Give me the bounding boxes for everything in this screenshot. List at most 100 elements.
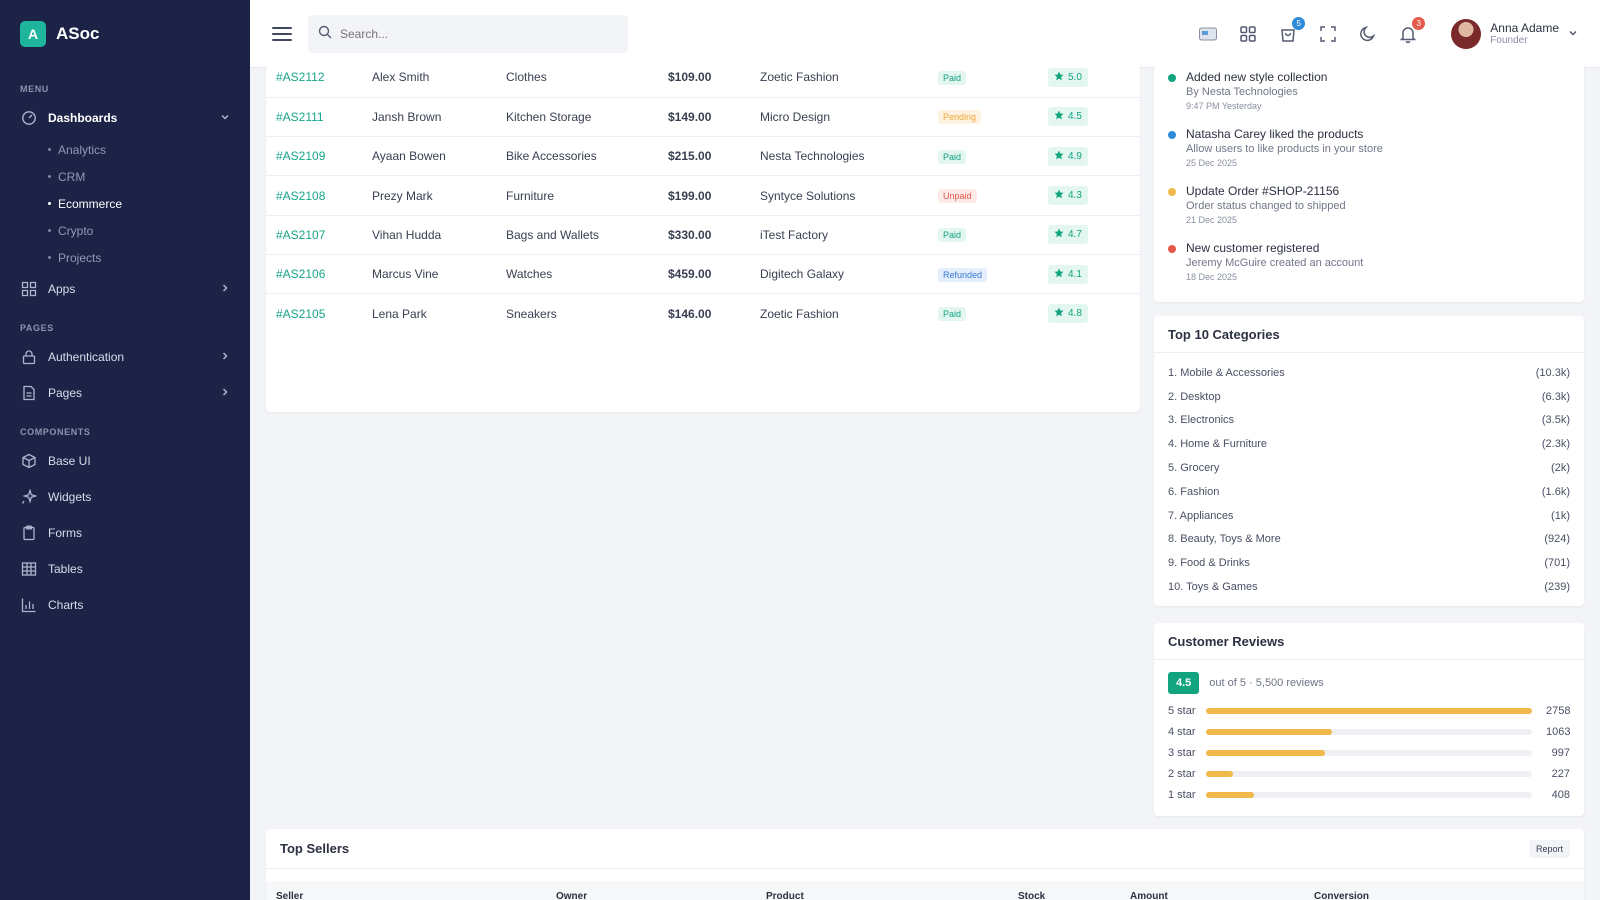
table-row[interactable]: #AS2109 Ayaan Bowen Bike Accessories $215.0… [266, 136, 1140, 177]
language-flag-icon[interactable] [1197, 23, 1219, 45]
customer-reviews-card: Customer Reviews 4.5 out of 5 · 5,500 re… [1154, 623, 1584, 816]
cart-icon[interactable]: 5 [1277, 16, 1306, 45]
column-header[interactable]: Owner [556, 891, 587, 900]
user-menu[interactable]: Anna Adame Founder [1451, 18, 1578, 49]
category-row[interactable]: 8. Beauty, Toys & More (924) [1154, 528, 1584, 552]
column-header[interactable]: Amount [1130, 891, 1168, 900]
sidebar-item-charts[interactable]: Charts [0, 587, 250, 623]
sidebar-item-widgets[interactable]: Widgets [0, 479, 250, 515]
review-star-label: 1 star [1168, 788, 1196, 801]
review-count: 408 [1551, 788, 1570, 801]
table-row[interactable]: #AS2111 Jansh Brown Kitchen Storage $149.00… [266, 97, 1140, 138]
bell-icon[interactable]: 3 [1397, 16, 1426, 45]
table-row[interactable]: #AS2106 Marcus Vine Watches $459.00 Digitech… [266, 254, 1140, 295]
status-dot-icon [1168, 188, 1176, 196]
category-row[interactable]: 5. Grocery (2k) [1154, 456, 1584, 480]
bullet-icon [48, 256, 51, 259]
order-id-link[interactable]: #AS2106 [276, 267, 325, 281]
column-header[interactable]: Stock [1018, 891, 1045, 900]
order-id-link[interactable]: #AS2107 [276, 228, 325, 242]
top-sellers-card: Top Sellers Report Seller Owner Product … [266, 829, 1584, 900]
table-row[interactable]: #AS2108 Prezy Mark Furniture $199.00 Syntyce… [266, 175, 1140, 216]
sidebar-subitem-ecommerce[interactable]: Ecommerce [0, 190, 250, 217]
brand[interactable]: A ASoc [0, 0, 250, 68]
review-bar-track [1206, 707, 1532, 714]
category-name: 4. Home & Furniture [1168, 438, 1268, 451]
category-row[interactable]: 10. Toys & Games (239) [1154, 575, 1584, 599]
order-id-link[interactable]: #AS2112 [276, 70, 325, 84]
status-cell: Paid [928, 215, 1038, 255]
category-name: 1. Mobile & Accessories [1168, 366, 1285, 379]
user-role: Founder [1490, 35, 1528, 46]
category-row[interactable]: 4. Home & Furniture (2.3k) [1154, 432, 1584, 456]
review-star-label: 5 star [1168, 704, 1196, 717]
sellers-header: Top Sellers Report [266, 829, 1584, 869]
review-bar-fill [1206, 770, 1233, 777]
sidebar-item-base-ui[interactable]: Base UI [0, 443, 250, 479]
category-row[interactable]: 9. Food & Drinks (701) [1154, 551, 1584, 575]
activity-item[interactable]: Update Order #SHOP-21156 Order status cha… [1168, 184, 1346, 225]
category-row[interactable]: 2. Desktop (6.3k) [1154, 385, 1584, 409]
rating-cell: 4.8 [1038, 294, 1140, 333]
category-row[interactable]: 7. Appliances (1k) [1154, 504, 1584, 528]
report-button[interactable]: Report [1528, 839, 1570, 858]
activity-title: New customer registered [1186, 241, 1320, 255]
apps-grid-icon[interactable] [1237, 23, 1259, 45]
column-header[interactable]: Seller [276, 891, 303, 900]
status-badge: Paid [938, 228, 967, 243]
grid-icon [20, 280, 38, 298]
amount-cell: $330.00 [658, 215, 750, 255]
sidebar-item-tables[interactable]: Tables [0, 551, 250, 587]
category-count: (701) [1544, 557, 1570, 570]
category-name: 6. Fashion [1168, 485, 1220, 498]
customer-cell: Jansh Brown [362, 97, 496, 138]
review-bar-fill [1206, 791, 1255, 798]
card-title: Top 10 Categories [1154, 316, 1584, 353]
category-row[interactable]: 1. Mobile & Accessories (10.3k) [1154, 361, 1584, 385]
activity-title: Update Order #SHOP-21156 [1186, 184, 1340, 198]
order-id-link[interactable]: #AS2105 [276, 307, 325, 321]
category-row[interactable]: 6. Fashion (1.6k) [1154, 480, 1584, 504]
status-badge: Pending [938, 110, 982, 125]
order-id-link[interactable]: #AS2111 [276, 110, 324, 124]
rating-cell: 4.1 [1038, 254, 1140, 295]
product-cell: Furniture [496, 175, 658, 216]
sidebar-subitem-analytics[interactable]: Analytics [0, 136, 250, 163]
sidebar-item-forms[interactable]: Forms [0, 515, 250, 551]
dark-mode-icon[interactable] [1357, 23, 1379, 45]
activity-title: Natasha Carey liked the products [1186, 127, 1364, 141]
column-header[interactable]: Conversion [1314, 891, 1369, 900]
status-badge: Refunded [938, 267, 988, 282]
sidebar-subitem-projects[interactable]: Projects [0, 244, 250, 271]
order-id-link[interactable]: #AS2109 [276, 149, 325, 163]
rating-badge: 5.0 [1048, 67, 1088, 87]
activity-item[interactable]: Natasha Carey liked the products Allow us… [1168, 127, 1383, 168]
table-row[interactable]: #AS2107 Vihan Hudda Bags and Wallets $330.0… [266, 215, 1140, 255]
category-row[interactable]: 3. Electronics (3.5k) [1154, 409, 1584, 433]
amount-cell: $146.00 [668, 306, 712, 321]
sidebar-item-pages[interactable]: Pages [0, 375, 250, 411]
order-id-cell: #AS2105 [266, 294, 362, 333]
activity-item[interactable]: New customer registered Jeremy McGuire cr… [1168, 241, 1363, 282]
vendor-cell: Zoetic Fashion [760, 306, 839, 321]
brand-name: ASoc [56, 24, 100, 43]
search-input[interactable] [340, 26, 610, 41]
sidebar-item-authentication[interactable]: Authentication [0, 339, 250, 375]
gauge-icon [20, 109, 38, 127]
star-icon [1054, 307, 1064, 320]
menu-toggle-icon[interactable] [272, 24, 292, 44]
activity-item[interactable]: Added new style collection By Nesta Techn… [1168, 70, 1327, 111]
sidebar-subitem-crypto[interactable]: Crypto [0, 217, 250, 244]
star-icon [1054, 110, 1064, 123]
table-row[interactable]: #AS2112 Alex Smith Clothes $109.00 Zoetic Fa… [266, 58, 1140, 98]
column-header[interactable]: Product [766, 891, 804, 900]
sidebar-item-apps[interactable]: Apps [0, 271, 250, 307]
rating-cell: 5.0 [1038, 58, 1140, 98]
order-id-link[interactable]: #AS2108 [276, 189, 325, 203]
fullscreen-icon[interactable] [1317, 23, 1339, 45]
menu-section-label: MENU [20, 84, 49, 94]
sidebar-subitem-crm[interactable]: CRM [0, 163, 250, 190]
category-name: 7. Appliances [1168, 509, 1234, 522]
sidebar-item-dashboards[interactable]: Dashboards [0, 100, 250, 136]
table-row[interactable]: #AS2105 Lena Park Sneakers $146.00 Zoetic Fa… [266, 294, 1140, 333]
